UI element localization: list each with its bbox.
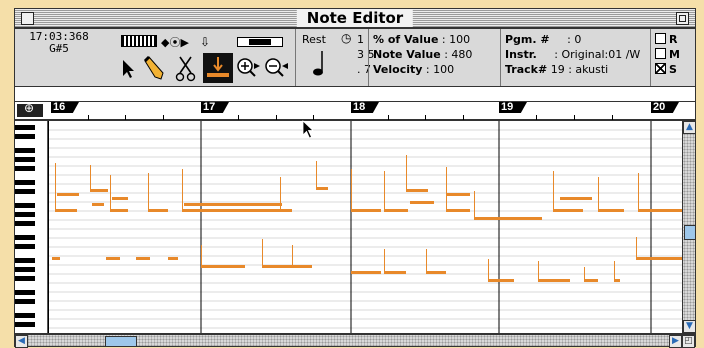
zoom-box[interactable] — [676, 12, 689, 25]
title-bar[interactable]: Note Editor — [14, 8, 696, 28]
mouse-cursor-icon — [302, 120, 315, 139]
record-flag[interactable]: R — [655, 32, 677, 47]
black-key[interactable] — [15, 134, 35, 139]
black-key[interactable] — [15, 180, 35, 185]
record-flag-label: R — [669, 33, 678, 46]
black-key[interactable] — [15, 299, 35, 304]
horizontal-scrollbar[interactable]: ◀ ▶ ◰ — [14, 334, 696, 348]
note-roll[interactable] — [48, 121, 684, 333]
black-key[interactable] — [15, 322, 35, 327]
solo-flag[interactable]: S — [655, 62, 677, 77]
mute-checkbox[interactable] — [655, 48, 666, 59]
scroll-left-icon[interactable]: ◀ — [15, 335, 28, 348]
black-key[interactable] — [15, 212, 35, 217]
black-key[interactable] — [15, 267, 35, 272]
resize-box[interactable]: ◰ — [682, 335, 695, 348]
note-grid[interactable]: ▲ ▼ — [14, 120, 696, 334]
vertical-scrollbar[interactable]: ▲ ▼ — [682, 121, 695, 333]
black-key[interactable] — [15, 235, 35, 240]
close-box[interactable] — [21, 12, 34, 25]
solo-checkbox[interactable] — [655, 63, 666, 74]
black-key[interactable] — [15, 157, 35, 162]
vertical-scroll-thumb[interactable] — [684, 225, 695, 240]
bar-marker-17[interactable]: 17 — [201, 102, 229, 113]
add-marker-icon[interactable] — [17, 101, 43, 117]
black-key[interactable] — [15, 203, 35, 208]
black-key[interactable] — [15, 276, 35, 281]
bar-marker-18[interactable]: 18 — [351, 102, 379, 113]
black-key[interactable] — [15, 189, 35, 194]
mute-flag-label: M — [669, 48, 680, 61]
bar-marker-16[interactable]: 16 — [51, 102, 79, 113]
info-strip — [14, 87, 696, 101]
black-key[interactable] — [15, 290, 35, 295]
window-title: Note Editor — [296, 9, 414, 27]
black-key[interactable] — [15, 221, 35, 226]
scroll-right-icon[interactable]: ▶ — [669, 335, 682, 348]
horizontal-scroll-thumb[interactable] — [105, 336, 137, 347]
note-editor-window: Note Editor 17:03:368 G#5 ◆⦿▶ ⇩ Rest ◷ 1… — [0, 0, 704, 348]
scroll-up-icon[interactable]: ▲ — [683, 121, 695, 134]
bar-marker-19[interactable]: 19 — [499, 102, 527, 113]
toolbar: 17:03:368 G#5 ◆⦿▶ ⇩ Rest ◷ 1 3 5 . 7 % o… — [14, 28, 696, 87]
solo-flag-label: S — [669, 63, 677, 76]
black-key[interactable] — [15, 166, 35, 171]
note-params-section — [368, 29, 501, 86]
track-params-section — [500, 29, 651, 86]
black-key[interactable] — [15, 125, 35, 130]
black-key[interactable] — [15, 244, 35, 249]
note-value-section — [295, 29, 369, 86]
black-key[interactable] — [15, 148, 35, 153]
bar-marker-20[interactable]: 20 — [651, 102, 679, 113]
record-checkbox[interactable] — [655, 33, 666, 44]
bar-ruler[interactable]: 16 17 18 19 20 — [14, 101, 696, 120]
tool-section — [15, 29, 296, 86]
scroll-down-icon[interactable]: ▼ — [683, 320, 695, 333]
black-key[interactable] — [15, 313, 35, 318]
mute-flag[interactable]: M — [655, 47, 680, 62]
piano-keyboard[interactable] — [15, 121, 48, 333]
black-key[interactable] — [15, 258, 35, 263]
